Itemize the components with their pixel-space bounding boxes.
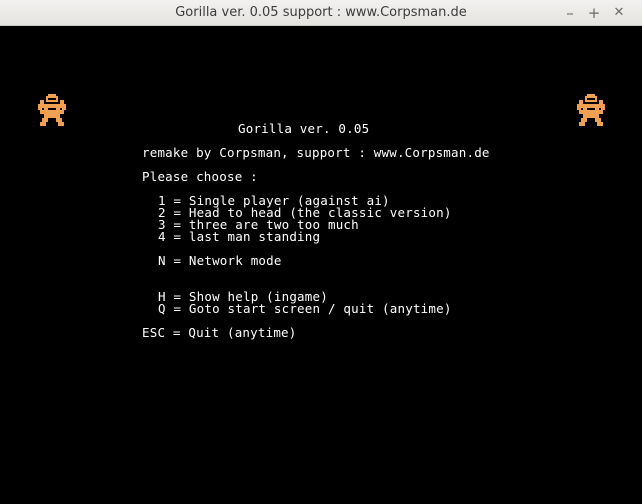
title-bar[interactable]: Gorilla ver. 0.05 support : www.Corpsman…: [0, 0, 642, 26]
game-title: Gorilla ver. 0.05: [238, 121, 370, 136]
maximize-button[interactable]: +: [584, 3, 604, 23]
menu-option-last-man-standing[interactable]: 4 = last man standing: [158, 230, 320, 243]
menu-option-network-mode[interactable]: N = Network mode: [158, 254, 282, 267]
game-screen[interactable]: Gorilla ver. 0.05 remake by Corpsman, su…: [0, 26, 642, 504]
app-window: Gorilla ver. 0.05 support : www.Corpsman…: [0, 0, 642, 504]
menu-option-goto-start[interactable]: Q = Goto start screen / quit (anytime): [158, 302, 452, 315]
window-title: Gorilla ver. 0.05 support : www.Corpsman…: [175, 5, 467, 20]
gorilla-right-icon: [577, 94, 605, 126]
menu-prompt: Please choose :: [142, 169, 258, 184]
minimize-button[interactable]: –: [560, 3, 580, 23]
close-button[interactable]: ✕: [609, 3, 629, 23]
credit-line: remake by Corpsman, support : www.Corpsm…: [142, 145, 490, 160]
gorilla-left-icon: [38, 94, 66, 126]
menu-option-esc-quit[interactable]: ESC = Quit (anytime): [142, 326, 297, 339]
